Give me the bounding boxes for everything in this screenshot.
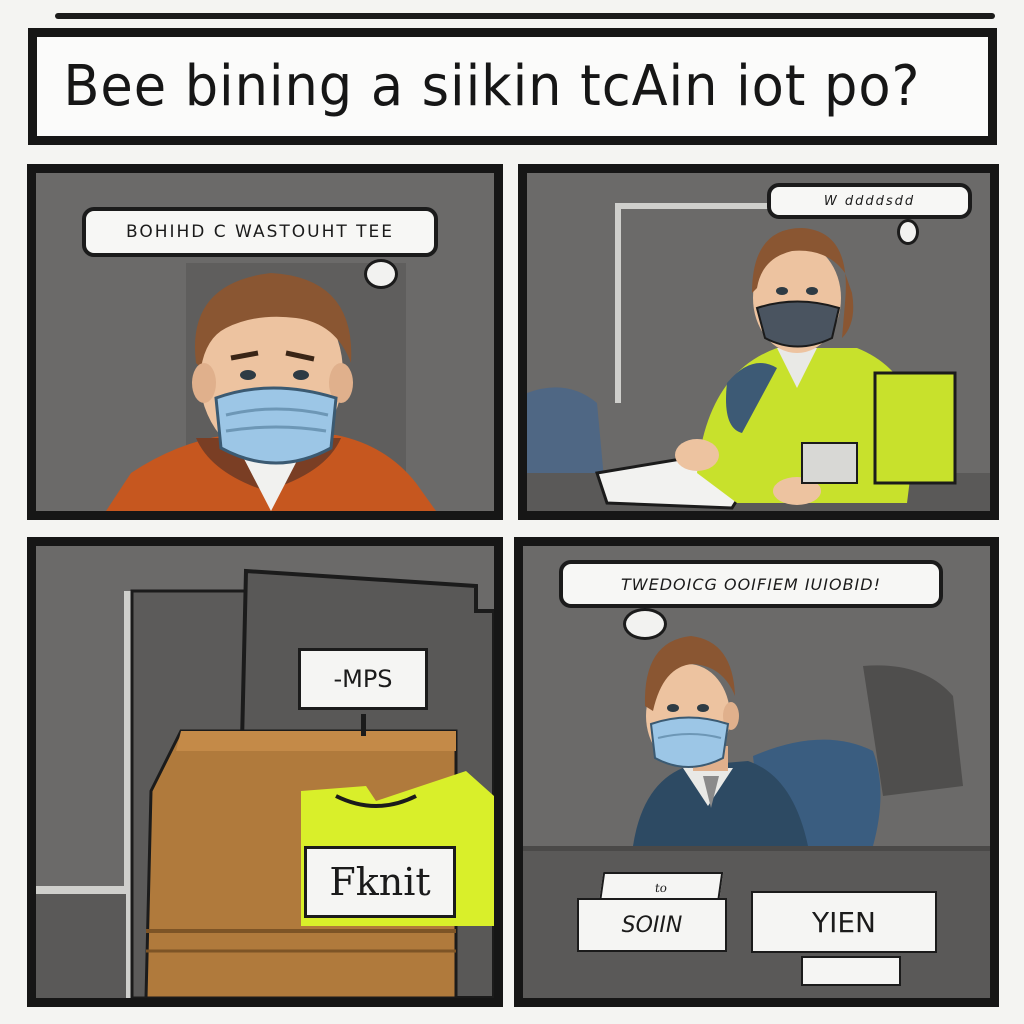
- wall-sign: -MPS: [298, 648, 428, 710]
- box-label-text: Fknit: [329, 860, 431, 904]
- bubble-tail: [623, 608, 667, 640]
- panel-3: -MPS Fknit: [27, 537, 503, 1007]
- panel-4: TWEDOICG OOIFIEM IUIOBID! to SOIIN YIEN: [514, 537, 999, 1007]
- bubble-tail: [897, 219, 919, 245]
- desk-paper-left: SOIIN: [577, 898, 727, 952]
- panel-2: W ddddsdd: [518, 164, 999, 520]
- title-banner: Bee bining a siikin tcAin iot po?: [28, 28, 997, 145]
- panel-1: BOHIHD C WASTOUHT TEE: [27, 164, 503, 520]
- top-rule: [55, 13, 995, 19]
- panel-3-illustration: [36, 546, 494, 998]
- comic-title: Bee bining a siikin tcAin iot po?: [63, 54, 921, 119]
- speech-bubble-text: W ddddsdd: [823, 193, 916, 209]
- desk-paper-right: YIEN: [751, 891, 937, 953]
- panel-2-illustration: [527, 173, 990, 511]
- bubble-tail: [364, 259, 398, 289]
- desk-paper-left-top-text: to: [653, 881, 668, 895]
- speech-bubble: TWEDOICG OOIFIEM IUIOBID!: [559, 560, 943, 608]
- speech-bubble-text: BOHIHD C WASTOUHT TEE: [125, 222, 395, 242]
- desk-paper-right-text: YIEN: [812, 905, 876, 939]
- speech-bubble: W ddddsdd: [767, 183, 972, 219]
- speech-bubble: BOHIHD C WASTOUHT TEE: [82, 207, 438, 257]
- desk-paper-left-text: SOIIN: [621, 912, 683, 938]
- speech-bubble-text: TWEDOICG OOIFIEM IUIOBID!: [621, 574, 881, 594]
- box-label: Fknit: [304, 846, 456, 918]
- desk-paper-bottom: [801, 956, 901, 986]
- wall-sign-text: -MPS: [333, 665, 393, 693]
